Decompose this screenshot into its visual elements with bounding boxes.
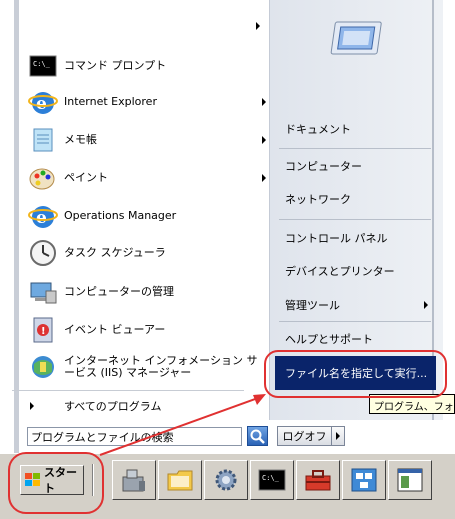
svg-text:C:\_: C:\_ [33,60,51,68]
clock-icon [28,238,58,268]
devices-printers-link[interactable]: デバイスとプリンター [285,261,430,281]
separator [279,219,431,220]
program-item-iis-manager[interactable]: インターネット インフォメーション サービス (IIS) マネージャー [28,349,268,385]
submenu-arrow-icon [424,301,428,309]
program-label: コンピューターの管理 [64,285,174,298]
user-picture-frame-icon[interactable] [330,18,386,60]
program-label: インターネット インフォメーション サービス (IIS) マネージャー [64,354,258,379]
logoff-button[interactable]: ログオフ [277,426,332,446]
computer-label: コンピューター [285,160,362,173]
network-icon[interactable] [342,460,386,500]
all-programs-label: すべてのプログラム [64,400,162,413]
help-support-link[interactable]: ヘルプとサポート [285,329,430,349]
program-label: Internet Explorer [64,95,157,108]
devices-label: デバイスとプリンター [285,265,395,278]
network-link[interactable]: ネットワーク [285,189,430,209]
help-label: ヘルプとサポート [285,333,373,346]
program-label: メモ帳 [64,133,97,146]
program-item-notepad[interactable]: メモ帳 [28,122,268,158]
program-item-cmd[interactable]: C:\_ コマンド プロンプト [28,48,268,84]
network-label: ネットワーク [285,193,351,206]
annotation-ring-run [264,350,447,398]
program-label: タスク スケジューラ [64,246,166,259]
chevron-right-icon [336,432,340,440]
ie-icon: e [28,87,58,117]
separator [12,390,244,391]
computer-manage-icon [28,277,58,307]
separator [279,148,431,149]
program-label: Operations Manager [64,209,177,222]
submenu-arrow-icon [262,98,266,106]
program-label: ペイント [64,171,108,184]
admin-tools-label: 管理ツール [285,299,340,312]
program-item-operations-manager[interactable]: e Operations Manager [28,198,268,234]
submenu-arrow-icon [262,174,266,182]
search-bar: ログオフ [19,420,443,453]
admin-tools-link[interactable]: 管理ツール [285,295,430,315]
logoff-label: ログオフ [282,430,327,443]
control-panel-link[interactable]: コントロール パネル [285,228,430,248]
submenu-arrow-icon [262,136,266,144]
iis-icon [28,352,58,382]
program-item-task-scheduler[interactable]: タスク スケジューラ [28,235,268,271]
expand-arrow-icon [30,402,34,410]
notepad-icon [28,125,58,155]
program-item-computer-management[interactable]: コンピューターの管理 [28,274,268,310]
app-window-icon[interactable] [388,460,432,500]
svg-text:C:\_: C:\_ [262,474,280,482]
all-programs-button[interactable]: すべてのプログラム [30,397,250,415]
program-item-ie[interactable]: e Internet Explorer [28,84,268,120]
server-manager-icon[interactable] [112,460,156,500]
documents-link[interactable]: ドキュメント [285,119,430,139]
svg-text:!: ! [41,326,46,337]
annotation-ring-start [8,452,104,514]
program-item-event-viewer[interactable]: ! イベント ビューアー [28,312,268,348]
program-item-paint[interactable]: ペイント [28,160,268,196]
search-icon[interactable] [247,426,268,446]
cmd-icon[interactable]: C:\_ [250,460,294,500]
search-input[interactable] [27,427,242,446]
event-viewer-icon: ! [28,315,58,345]
explorer-folder-icon[interactable] [158,460,202,500]
recent-submenu-arrow-icon[interactable] [256,22,260,30]
paint-icon [28,163,58,193]
program-label: イベント ビューアー [64,323,166,336]
control-panel-label: コントロール パネル [285,232,388,245]
ie-icon: e [28,201,58,231]
settings-gear-icon[interactable] [204,460,248,500]
program-label: コマンド プロンプト [64,59,167,72]
cmd-icon: C:\_ [28,51,58,81]
tooltip-text: プログラム、フォルダー [374,402,454,413]
computer-link[interactable]: コンピューター [285,156,430,176]
separator [279,321,431,322]
documents-label: ドキュメント [285,123,351,136]
shutdown-options-button[interactable] [332,426,345,446]
toolbox-icon[interactable] [296,460,340,500]
